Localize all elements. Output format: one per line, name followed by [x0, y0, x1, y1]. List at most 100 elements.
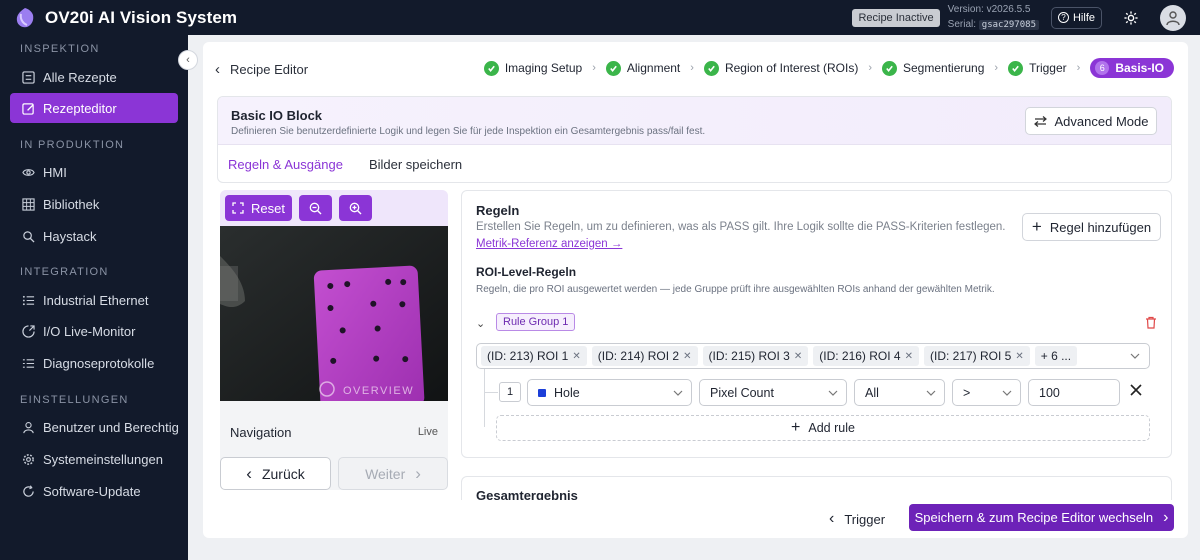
step-label: Alignment [626, 61, 681, 75]
step-imaging-setup[interactable]: Imaging Setup [483, 60, 583, 76]
threshold-input[interactable]: 100 [1028, 379, 1120, 406]
sidebar-item-diagnoseprotokolle[interactable]: Diagnoseprotokolle [10, 348, 178, 378]
rule-tree-branch [484, 392, 498, 393]
chevron-left-icon: ‹ [829, 510, 835, 527]
step-alignment[interactable]: Alignment [605, 60, 681, 76]
step-basis-io[interactable]: 6 Basis-IO [1090, 58, 1174, 78]
rules-title: Regeln [476, 203, 520, 218]
sidebar-item-industrial-ethernet[interactable]: Industrial Ethernet [10, 285, 178, 315]
reset-button[interactable]: Reset [225, 195, 292, 221]
rules-description: Erstellen Sie Regeln, um zu definieren, … [476, 221, 1006, 233]
add-rule-dashed-button[interactable]: + Add rule [496, 415, 1150, 441]
search-icon [23, 230, 35, 243]
reset-label: Reset [251, 200, 285, 216]
sidebar-item-haystack[interactable]: Haystack [10, 221, 178, 251]
chevron-down-icon[interactable]: ⌄ [476, 317, 485, 330]
step-label: Segmentierung [903, 61, 985, 75]
sidebar-item-alle-rezepte[interactable]: Alle Rezepte [10, 62, 178, 92]
metric-select[interactable]: Pixel Count [699, 379, 847, 406]
check-circle-icon [1008, 60, 1024, 76]
check-circle-icon [483, 60, 499, 76]
sidebar-item-hmi[interactable]: HMI [10, 157, 178, 187]
plus-icon: + [791, 419, 801, 436]
plus-icon: + [1031, 217, 1042, 236]
footer-trigger-label: Trigger [844, 511, 886, 527]
log-icon [22, 358, 35, 368]
roi-level-rules-title: ROI-Level-Regeln [476, 265, 577, 279]
sidebar-item-label: Rezepteditor [43, 100, 117, 116]
advanced-mode-button[interactable]: Advanced Mode [1025, 107, 1157, 135]
chevron-right-icon: › [868, 62, 872, 74]
version-info: Version: v2026.5.5 Serial: gsac297085 [948, 2, 1039, 33]
more-rois-chip[interactable]: + 6 ... [1034, 346, 1078, 366]
sidebar-item-label: Industrial Ethernet [43, 292, 149, 308]
user-icon [23, 421, 34, 433]
user-avatar[interactable] [1160, 4, 1186, 31]
chevron-left-icon: ‹ [186, 54, 190, 66]
save-label: Speichern & zum Recipe Editor wechseln [914, 510, 1154, 525]
class-select[interactable]: Hole [527, 379, 692, 406]
recipe-status-badge: Recipe Inactive [852, 8, 940, 27]
chevron-left-icon: ‹ [246, 463, 252, 483]
remove-icon[interactable]: ✕ [794, 351, 802, 362]
sidebar-item-label: Bibliothek [43, 196, 100, 212]
sidebar-item-rezepteditor[interactable]: Rezepteditor [10, 93, 178, 123]
tab-bilder-speichern[interactable]: Bilder speichern [369, 150, 462, 179]
eye-icon [22, 168, 35, 176]
top-bar: OV20i AI Vision System Recipe Inactive V… [0, 0, 1200, 35]
remove-icon[interactable]: ✕ [683, 351, 691, 362]
step-trigger[interactable]: Trigger [1008, 60, 1067, 76]
chevron-down-icon [926, 390, 936, 396]
advanced-mode-label: Advanced Mode [1054, 113, 1149, 129]
step-segmentierung[interactable]: Segmentierung [882, 60, 985, 76]
chevron-down-icon [828, 390, 838, 396]
zoom-in-button[interactable] [339, 195, 372, 221]
camera-image[interactable]: OVERVIEW [220, 226, 448, 401]
step-label: Imaging Setup [504, 61, 583, 75]
trash-icon[interactable] [1145, 316, 1157, 329]
add-rule-button[interactable]: + Regel hinzufügen [1022, 213, 1161, 241]
edit-icon [22, 102, 34, 115]
next-button[interactable]: Weiter › [338, 457, 448, 490]
rules-panel: Regeln Erstellen Sie Regeln, um zu defin… [461, 190, 1172, 458]
scope-select[interactable]: All [854, 379, 945, 406]
step-region-of-interest[interactable]: Region of Interest (ROIs) [703, 60, 859, 76]
roi-chip: (ID: 217) ROI 5 ✕ [924, 346, 1030, 366]
remove-icon[interactable]: ✕ [572, 351, 580, 362]
remove-icon[interactable]: ✕ [1015, 351, 1023, 362]
sidebar-item-software-update[interactable]: Software-Update [10, 476, 178, 506]
sidebar-item-label: Systemeinstellungen [43, 451, 163, 467]
sidebar-item-label: HMI [43, 164, 67, 180]
sidebar-item-benutzer[interactable]: Benutzer und Berechtigungen [10, 412, 178, 442]
back-label: Zurück [261, 465, 305, 482]
back-button[interactable]: ‹ Zurück [220, 457, 331, 490]
roi-multiselect[interactable]: (ID: 213) ROI 1 ✕ (ID: 214) ROI 2 ✕ (ID: 2… [476, 343, 1150, 369]
metric-select-value: Pixel Count [710, 385, 774, 400]
save-and-switch-button[interactable]: Speichern & zum Recipe Editor wechseln › [909, 504, 1174, 531]
check-circle-icon [703, 60, 719, 76]
overall-result-section: Gesamtergebnis [461, 476, 1172, 500]
sidebar-section-integration: INTEGRATION [20, 266, 109, 278]
navigation-row: Navigation Live [220, 416, 448, 448]
sidebar-item-systemeinstellungen[interactable]: Systemeinstellungen [10, 444, 178, 474]
sidebar-item-bibliothek[interactable]: Bibliothek [10, 189, 178, 219]
footer-trigger-button[interactable]: ‹ Trigger [829, 510, 885, 528]
tab-regeln-ausgaenge[interactable]: Regeln & Ausgänge [228, 150, 343, 179]
theme-toggle-sun-icon[interactable] [1124, 10, 1138, 25]
close-icon[interactable] [1130, 384, 1142, 396]
breadcrumb[interactable]: ‹ Recipe Editor [215, 61, 308, 78]
sidebar-item-io-live-monitor[interactable]: I/O Live-Monitor [10, 316, 178, 346]
help-button[interactable]: ? Hilfe [1050, 6, 1102, 29]
main-content: ‹ Recipe Editor Imaging Setup › Alignment… [203, 42, 1188, 538]
class-color-swatch [538, 388, 546, 397]
sidebar-item-label: Diagnoseprotokolle [43, 355, 155, 371]
check-circle-icon [605, 60, 621, 76]
metric-reference-link[interactable]: Metrik-Referenz anzeigen → [476, 238, 622, 250]
step-label: Region of Interest (ROIs) [724, 61, 859, 75]
zoom-out-button[interactable] [299, 195, 332, 221]
rule-index: 1 [499, 382, 521, 402]
operator-select[interactable]: > [952, 379, 1021, 406]
remove-icon[interactable]: ✕ [905, 351, 913, 362]
sidebar-item-label: I/O Live-Monitor [43, 323, 136, 339]
sidebar-collapse-button[interactable]: ‹ [178, 50, 198, 70]
